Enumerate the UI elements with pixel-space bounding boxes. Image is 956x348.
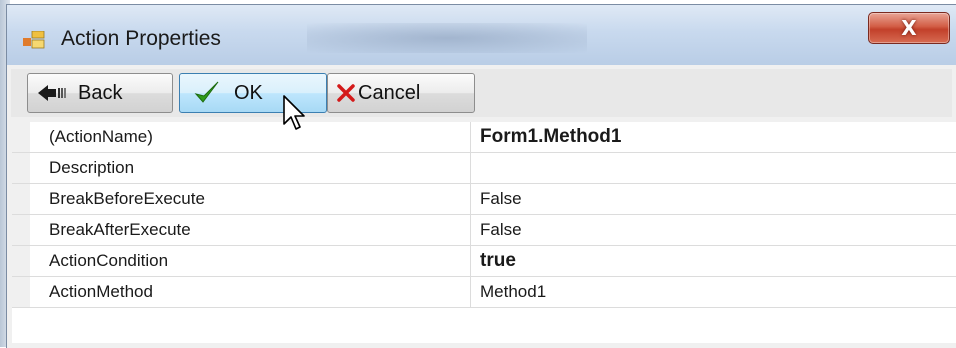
red-x-icon bbox=[336, 83, 356, 103]
property-name: (ActionName) bbox=[30, 122, 471, 152]
property-name: ActionCondition bbox=[30, 246, 471, 276]
row-gutter bbox=[12, 153, 30, 183]
cancel-button[interactable]: Cancel bbox=[327, 73, 475, 113]
property-row-break-after-execute[interactable]: BreakAfterExecute False bbox=[12, 215, 956, 246]
cancel-label: Cancel bbox=[358, 81, 421, 104]
close-button[interactable]: X bbox=[868, 12, 950, 44]
ok-label: OK bbox=[234, 81, 263, 104]
property-value[interactable]: False bbox=[471, 215, 956, 245]
property-grid: (ActionName) Form1.Method1 Description B… bbox=[12, 122, 956, 343]
back-label: Back bbox=[78, 81, 123, 104]
back-arrow-icon bbox=[38, 84, 70, 102]
row-gutter bbox=[12, 215, 30, 245]
property-value[interactable]: Method1 bbox=[471, 277, 956, 307]
toolbar: Back OK Cancel bbox=[11, 69, 952, 117]
property-value[interactable]: true bbox=[471, 246, 956, 276]
back-button[interactable]: Back bbox=[27, 73, 173, 113]
title-bar[interactable]: Action Properties X bbox=[7, 5, 956, 65]
property-name: BreakBeforeExecute bbox=[30, 184, 471, 214]
window-title: Action Properties bbox=[61, 27, 221, 50]
row-gutter bbox=[12, 246, 30, 276]
property-row-break-before-execute[interactable]: BreakBeforeExecute False bbox=[12, 184, 956, 215]
mouse-pointer-icon bbox=[283, 95, 305, 130]
property-name: BreakAfterExecute bbox=[30, 215, 471, 245]
property-row-action-method[interactable]: ActionMethod Method1 bbox=[12, 277, 956, 308]
property-row-action-name[interactable]: (ActionName) Form1.Method1 bbox=[12, 122, 956, 153]
property-value[interactable]: False bbox=[471, 184, 956, 214]
row-gutter bbox=[12, 122, 30, 152]
property-row-action-condition[interactable]: ActionCondition true bbox=[12, 246, 956, 277]
property-value[interactable]: Form1.Method1 bbox=[471, 122, 956, 152]
property-name: ActionMethod bbox=[30, 277, 471, 307]
row-gutter bbox=[12, 277, 30, 307]
property-row-description[interactable]: Description bbox=[12, 153, 956, 184]
title-bar-glass bbox=[307, 23, 587, 53]
green-check-icon bbox=[194, 80, 220, 106]
property-name: Description bbox=[30, 153, 471, 183]
properties-app-icon bbox=[23, 31, 45, 49]
property-value[interactable] bbox=[471, 153, 956, 183]
row-gutter bbox=[12, 184, 30, 214]
